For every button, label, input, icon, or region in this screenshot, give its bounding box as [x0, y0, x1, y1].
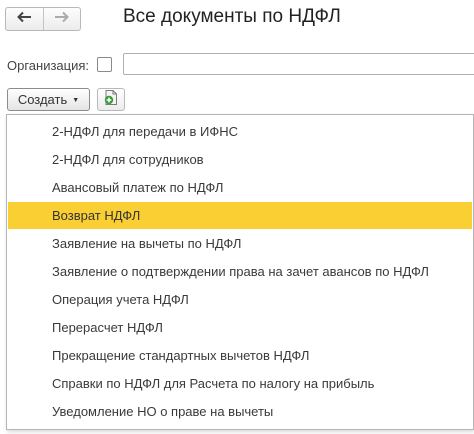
create-button[interactable]: Создать ▼ [7, 88, 90, 111]
menu-item[interactable]: Справки по НДФЛ для Расчета по налогу на… [8, 370, 472, 397]
menu-item[interactable]: Прекращение стандартных вычетов НДФЛ [8, 342, 472, 369]
forward-button[interactable] [44, 8, 81, 30]
menu-item[interactable]: Возврат НДФЛ [8, 202, 472, 229]
arrow-left-icon [16, 11, 32, 27]
menu-item[interactable]: Уведомление НО о праве на вычеты [8, 398, 472, 425]
create-dropdown-menu: 2-НДФЛ для передачи в ИФНС 2-НДФЛ для сот… [6, 114, 474, 430]
add-document-icon [103, 89, 119, 111]
menu-item[interactable]: 2-НДФЛ для сотрудников [8, 146, 472, 173]
menu-item[interactable]: Операция учета НДФЛ [8, 286, 472, 313]
arrow-right-icon [54, 11, 70, 27]
add-document-button[interactable] [97, 88, 125, 111]
organization-input[interactable] [123, 53, 474, 75]
menu-item[interactable]: Заявление на вычеты по НДФЛ [8, 230, 472, 257]
organization-label: Организация: [7, 58, 90, 73]
menu-item[interactable]: Перерасчет НДФЛ [8, 314, 472, 341]
menu-item[interactable]: Авансовый платеж по НДФЛ [8, 174, 472, 201]
create-button-label: Создать [17, 92, 68, 107]
menu-item[interactable]: Заявление о подтверждении права на зачет… [8, 258, 472, 285]
page-title: Все документы по НДФЛ [123, 6, 341, 27]
menu-item[interactable]: 2-НДФЛ для передачи в ИФНС [8, 118, 472, 145]
chevron-down-icon: ▼ [72, 97, 80, 104]
organization-checkbox[interactable] [97, 57, 112, 72]
back-button[interactable] [6, 8, 44, 30]
navigation-buttons [5, 7, 81, 31]
